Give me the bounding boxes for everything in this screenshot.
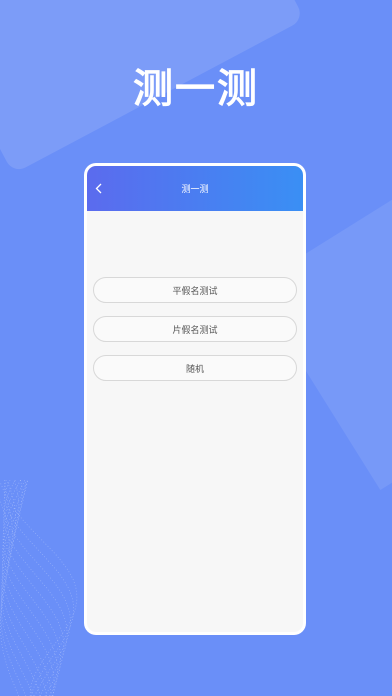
hiragana-test-button[interactable]: 平假名测试 <box>93 277 297 303</box>
back-button[interactable] <box>91 179 105 197</box>
app-screen: 测一测 平假名测试 片假名测试 随机 <box>87 166 303 632</box>
promo-title: 测一测 <box>133 66 259 112</box>
katakana-test-button[interactable]: 片假名测试 <box>93 316 297 342</box>
navbar-title: 测一测 <box>181 185 209 195</box>
phone-mockup: 测一测 平假名测试 片假名测试 随机 <box>84 163 306 635</box>
random-button[interactable]: 随机 <box>93 355 297 381</box>
navbar: 测一测 <box>87 166 303 211</box>
chevron-left-icon <box>95 183 101 193</box>
option-list: 平假名测试 片假名测试 随机 <box>93 277 297 394</box>
